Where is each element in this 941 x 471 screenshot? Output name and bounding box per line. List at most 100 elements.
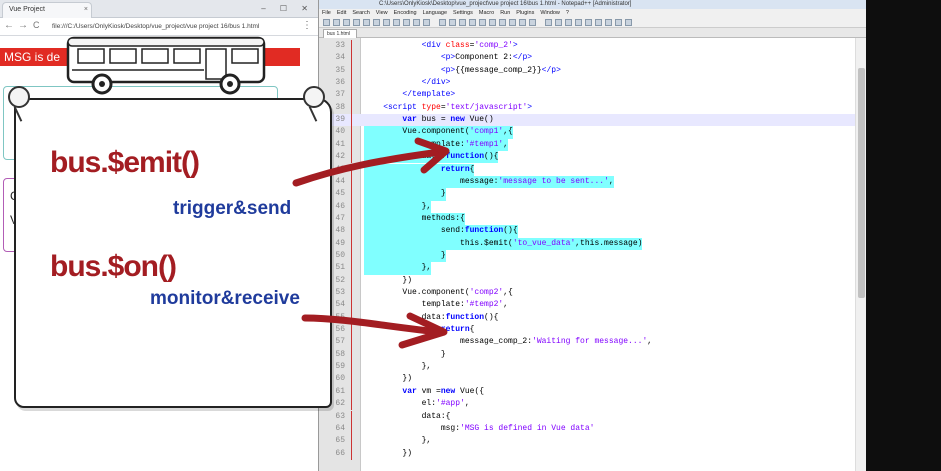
code-line[interactable]: 51 }, [319, 262, 855, 275]
code-text: <div class='comp_2'> [421, 41, 518, 50]
npp-menu-item[interactable]: Macro [479, 10, 494, 16]
npp-menu-item[interactable]: Plugins [516, 10, 534, 16]
code-line[interactable]: 66 }) [319, 447, 855, 460]
code-line[interactable]: 40 Vue.component('comp1',{ [319, 126, 855, 139]
npp-menu-item[interactable]: File [322, 10, 331, 16]
toolbar-button-icon[interactable] [545, 19, 552, 26]
toolbar-button-icon[interactable] [363, 19, 370, 26]
code-line[interactable]: 47 methods:{ [319, 212, 855, 226]
toolbar-button-icon[interactable] [529, 19, 536, 26]
code-line[interactable]: 44 message:'message to be sent...', [319, 175, 855, 189]
npp-menu-item[interactable]: View [376, 10, 388, 16]
toolbar-button-icon[interactable] [459, 19, 466, 26]
toolbar-button-icon[interactable] [353, 19, 360, 26]
code-line[interactable]: 49 this.$emit('to_vue_data',this.message… [319, 237, 855, 250]
fold-marker-icon [351, 336, 352, 349]
code-line[interactable]: 36 </div> [319, 77, 855, 90]
code-text: var vm =new Vue({ [402, 386, 485, 396]
toolbar-button-icon[interactable] [575, 19, 582, 26]
npp-menu-item[interactable]: Settings [453, 10, 473, 16]
code-line[interactable]: 41 template:'#temp1', [319, 138, 855, 152]
code-line[interactable]: 55 data:function(){ [319, 311, 855, 325]
toolbar-button-icon[interactable] [615, 19, 622, 26]
code-line[interactable]: 37 </template> [319, 89, 855, 102]
fold-marker-icon [351, 361, 352, 374]
code-text: <script type='text/javascript'> [383, 102, 533, 112]
tab-close-icon[interactable]: × [84, 3, 88, 17]
toolbar-button-icon[interactable] [333, 19, 340, 26]
toolbar-button-icon[interactable] [439, 19, 446, 26]
code-line[interactable]: 33 <div class='comp_2'> [319, 40, 855, 53]
code-line[interactable]: 59 }, [319, 361, 855, 374]
code-line[interactable]: 43 return{ [319, 163, 855, 176]
toolbar-button-icon[interactable] [383, 19, 390, 26]
toolbar-button-icon[interactable] [449, 19, 456, 26]
npp-menu-item[interactable]: ? [566, 10, 569, 16]
browser-menu-icon[interactable]: ⋮ [302, 20, 312, 31]
url-field[interactable]: file:///C:/Users/OnlyKiosk/Desktop/vue_p… [52, 21, 288, 33]
npp-menu-item[interactable]: Run [500, 10, 510, 16]
code-line[interactable]: 52 }) [319, 274, 855, 287]
toolbar-button-icon[interactable] [323, 19, 330, 26]
code-line[interactable]: 39 var bus = new Vue() [319, 114, 855, 127]
fold-marker-icon [351, 299, 352, 312]
fold-marker-icon [351, 249, 352, 263]
npp-menu-item[interactable]: Window [540, 10, 560, 16]
toolbar-button-icon[interactable] [595, 19, 602, 26]
code-line[interactable]: 35 <p>{{message_comp_2}}</p> [319, 64, 855, 78]
toolbar-button-icon[interactable] [413, 19, 420, 26]
code-line[interactable]: 56 return{ [319, 324, 855, 337]
toolbar-button-icon[interactable] [519, 19, 526, 26]
back-icon[interactable]: ← [4, 20, 14, 31]
npp-menu-item[interactable]: Encoding [394, 10, 417, 16]
reload-icon[interactable]: C [33, 20, 40, 30]
npp-file-tab[interactable]: bus 1.html [323, 29, 357, 38]
toolbar-button-icon[interactable] [343, 19, 350, 26]
pushpin-icon [8, 86, 30, 108]
fold-marker-icon [351, 410, 352, 423]
toolbar-button-icon[interactable] [489, 19, 496, 26]
code-line[interactable]: 54 template:'#temp2', [319, 299, 855, 312]
code-line[interactable]: 63 data:{ [319, 410, 855, 423]
code-editor[interactable]: 33 <div class='comp_2'> 34 <p>Component 2… [319, 38, 866, 471]
npp-menu-item[interactable]: Language [423, 10, 447, 16]
toolbar-button-icon[interactable] [403, 19, 410, 26]
toolbar-button-icon[interactable] [469, 19, 476, 26]
code-line[interactable]: 62 el:'#app', [319, 398, 855, 411]
code-line[interactable]: 53 Vue.component('comp2',{ [319, 287, 855, 300]
code-line[interactable]: 42 data:function(){ [319, 151, 855, 164]
code-line[interactable]: 38 <script type='text/javascript'> [319, 101, 855, 115]
toolbar-button-icon[interactable] [585, 19, 592, 26]
code-line[interactable]: 50 } [319, 249, 855, 263]
toolbar-button-icon[interactable] [479, 19, 486, 26]
toolbar-button-icon[interactable] [565, 19, 572, 26]
code-line[interactable]: 57 message_comp_2:'Waiting for message..… [319, 336, 855, 349]
toolbar-button-icon[interactable] [393, 19, 400, 26]
window-controls[interactable]: – ☐ ✕ [261, 4, 314, 13]
toolbar-button-icon[interactable] [625, 19, 632, 26]
code-line[interactable]: 45 } [319, 188, 855, 201]
scrollbar-thumb[interactable] [858, 68, 865, 298]
code-line[interactable]: 61 var vm =new Vue({ [319, 385, 855, 399]
browser-tab[interactable]: Vue Project × [2, 2, 92, 18]
forward-icon[interactable]: → [18, 20, 28, 31]
code-line[interactable]: 48 send:function(){ [319, 225, 855, 238]
npp-menu-item[interactable]: Search [352, 10, 369, 16]
code-line[interactable]: 46 }, [319, 200, 855, 213]
code-line[interactable]: 58 } [319, 348, 855, 362]
toolbar-button-icon[interactable] [423, 19, 430, 26]
code-line[interactable]: 60 }) [319, 373, 855, 386]
toolbar-button-icon[interactable] [605, 19, 612, 26]
npp-menu-bar: File Edit Search View Encoding Language Settin… [319, 9, 866, 17]
toolbar-button-icon[interactable] [509, 19, 516, 26]
code-line[interactable]: 64 msg:'MSG is defined in Vue data' [319, 422, 855, 436]
vertical-scrollbar[interactable] [855, 38, 866, 471]
code-text: }) [364, 448, 413, 458]
toolbar-button-icon[interactable] [499, 19, 506, 26]
code-line[interactable]: 34 <p>Component 2:</p> [319, 52, 855, 65]
toolbar-button-icon[interactable] [373, 19, 380, 26]
line-number: 33 [335, 41, 345, 50]
code-line[interactable]: 65 }, [319, 435, 855, 448]
npp-menu-item[interactable]: Edit [337, 10, 346, 16]
toolbar-button-icon[interactable] [555, 19, 562, 26]
